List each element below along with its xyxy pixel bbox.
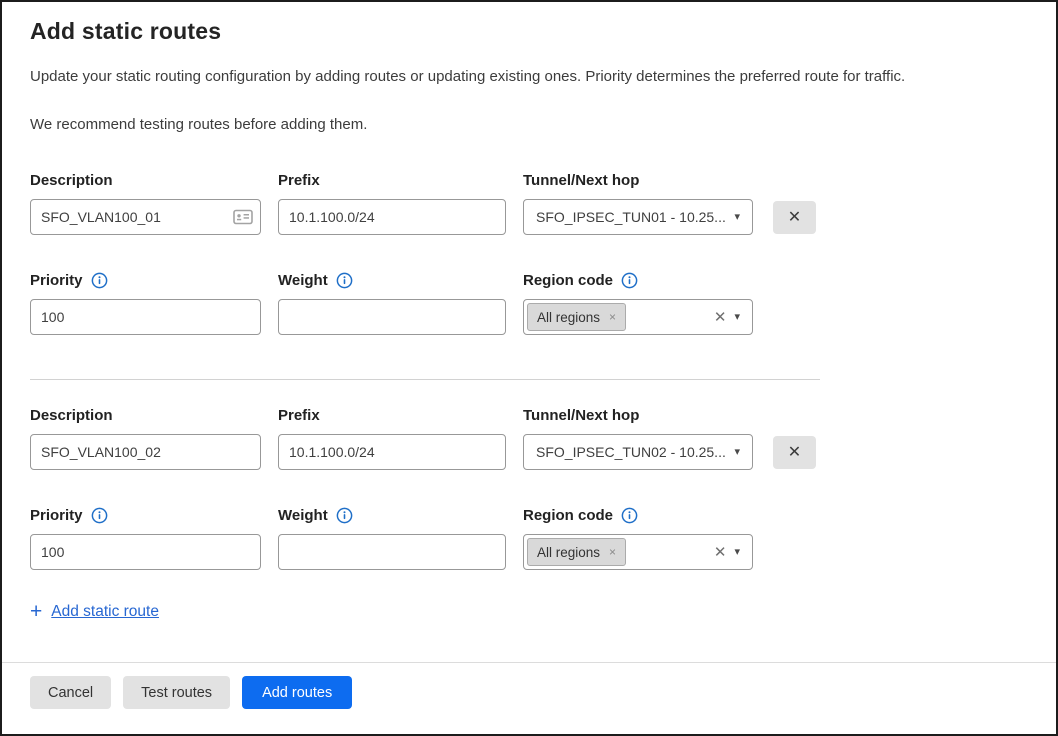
description-input-wrap bbox=[30, 199, 261, 235]
cancel-button[interactable]: Cancel bbox=[30, 676, 111, 709]
route-1-prefix-input[interactable] bbox=[278, 199, 506, 235]
route-1-region-tag: All regions × bbox=[527, 303, 626, 331]
route-2-region-multiselect[interactable]: All regions × ✕ ▾ bbox=[523, 534, 753, 570]
route-2-tunnel-select[interactable]: SFO_IPSEC_TUN02 - 10.25... ▾ bbox=[523, 434, 753, 470]
region-label: Region code bbox=[523, 506, 753, 525]
route-1-secondary-row: Priority Weight bbox=[30, 271, 1028, 335]
add-routes-button[interactable]: Add routes bbox=[242, 676, 352, 709]
priority-label-text: Priority bbox=[30, 507, 83, 524]
route-1-weight-field: Weight bbox=[278, 271, 506, 335]
dialog-footer: Cancel Test routes Add routes bbox=[2, 662, 1056, 734]
route-1-description-field: Description bbox=[30, 171, 261, 235]
priority-info-icon[interactable] bbox=[91, 507, 108, 524]
plus-icon: + bbox=[30, 601, 42, 622]
route-2-prefix-input[interactable] bbox=[278, 434, 506, 470]
add-static-route-link[interactable]: + Add static route bbox=[30, 601, 159, 622]
route-2-weight-field: Weight bbox=[278, 506, 506, 570]
page-title: Add static routes bbox=[30, 18, 1028, 45]
route-2-description-field: Description bbox=[30, 406, 261, 470]
dialog-content: Add static routes Update your static rou… bbox=[2, 2, 1056, 662]
clear-selection-icon[interactable]: ✕ bbox=[714, 545, 727, 560]
close-icon: ✕ bbox=[788, 444, 801, 461]
route-2-main-row: Description Prefix Tunnel/Next hop SFO_I… bbox=[30, 406, 1028, 470]
route-1-region-multiselect[interactable]: All regions × ✕ ▾ bbox=[523, 299, 753, 335]
priority-info-icon[interactable] bbox=[91, 272, 108, 289]
tunnel-label: Tunnel/Next hop bbox=[523, 171, 753, 190]
route-1-main-row: Description Prefix Tunnel/Next bbox=[30, 171, 1028, 235]
region-label-text: Region code bbox=[523, 507, 613, 524]
route-2-region-field: Region code All regions × ✕ ▾ bbox=[523, 506, 753, 570]
section-divider bbox=[30, 379, 820, 380]
weight-info-icon[interactable] bbox=[336, 507, 353, 524]
tag-remove-icon[interactable]: × bbox=[609, 311, 616, 323]
priority-label-text: Priority bbox=[30, 272, 83, 289]
tunnel-label: Tunnel/Next hop bbox=[523, 406, 753, 425]
route-1-priority-input[interactable] bbox=[30, 299, 261, 335]
description-label: Description bbox=[30, 171, 261, 190]
prefix-label: Prefix bbox=[278, 406, 506, 425]
route-1-region-field: Region code All regions × ✕ ▾ bbox=[523, 271, 753, 335]
weight-label: Weight bbox=[278, 506, 506, 525]
prefix-label: Prefix bbox=[278, 171, 506, 190]
route-2-priority-field: Priority bbox=[30, 506, 261, 570]
weight-label-text: Weight bbox=[278, 507, 328, 524]
recommendation-text: We recommend testing routes before addin… bbox=[30, 116, 1028, 133]
weight-label-text: Weight bbox=[278, 272, 328, 289]
intro-text: Update your static routing configuration… bbox=[30, 67, 1028, 86]
clear-selection-icon[interactable]: ✕ bbox=[714, 310, 727, 325]
route-1-weight-input[interactable] bbox=[278, 299, 506, 335]
region-label-text: Region code bbox=[523, 272, 613, 289]
route-2-delete-button[interactable]: ✕ bbox=[773, 436, 816, 469]
route-1-tunnel-field: Tunnel/Next hop SFO_IPSEC_TUN01 - 10.25.… bbox=[523, 171, 753, 235]
route-1-tunnel-value: SFO_IPSEC_TUN01 - 10.25... bbox=[536, 209, 726, 225]
route-1-region-tag-label: All regions bbox=[537, 310, 600, 325]
chevron-down-icon: ▾ bbox=[734, 312, 740, 323]
tag-remove-icon[interactable]: × bbox=[609, 546, 616, 558]
route-2-weight-input[interactable] bbox=[278, 534, 506, 570]
route-2-secondary-row: Priority Weight bbox=[30, 506, 1028, 570]
chevron-down-icon: ▾ bbox=[734, 212, 740, 223]
chevron-down-icon: ▾ bbox=[734, 447, 740, 458]
route-1-priority-field: Priority bbox=[30, 271, 261, 335]
route-2-priority-input[interactable] bbox=[30, 534, 261, 570]
priority-label: Priority bbox=[30, 271, 261, 290]
test-routes-button[interactable]: Test routes bbox=[123, 676, 230, 709]
chevron-down-icon: ▾ bbox=[734, 547, 740, 558]
route-1-delete-button[interactable]: ✕ bbox=[773, 201, 816, 234]
weight-info-icon[interactable] bbox=[336, 272, 353, 289]
priority-label: Priority bbox=[30, 506, 261, 525]
route-1-description-input[interactable] bbox=[30, 199, 261, 235]
route-1-tunnel-select[interactable]: SFO_IPSEC_TUN01 - 10.25... ▾ bbox=[523, 199, 753, 235]
route-2-tunnel-value: SFO_IPSEC_TUN02 - 10.25... bbox=[536, 444, 726, 460]
description-label: Description bbox=[30, 406, 261, 425]
add-static-route-label: Add static route bbox=[51, 603, 159, 621]
region-label: Region code bbox=[523, 271, 753, 290]
route-2-description-input[interactable] bbox=[30, 434, 261, 470]
region-info-icon[interactable] bbox=[621, 507, 638, 524]
weight-label: Weight bbox=[278, 271, 506, 290]
route-2-region-tag: All regions × bbox=[527, 538, 626, 566]
route-2-region-tag-label: All regions bbox=[537, 545, 600, 560]
route-2-tunnel-field: Tunnel/Next hop SFO_IPSEC_TUN02 - 10.25.… bbox=[523, 406, 753, 470]
route-1-prefix-field: Prefix bbox=[278, 171, 506, 235]
close-icon: ✕ bbox=[788, 209, 801, 226]
route-2-prefix-field: Prefix bbox=[278, 406, 506, 470]
region-info-icon[interactable] bbox=[621, 272, 638, 289]
